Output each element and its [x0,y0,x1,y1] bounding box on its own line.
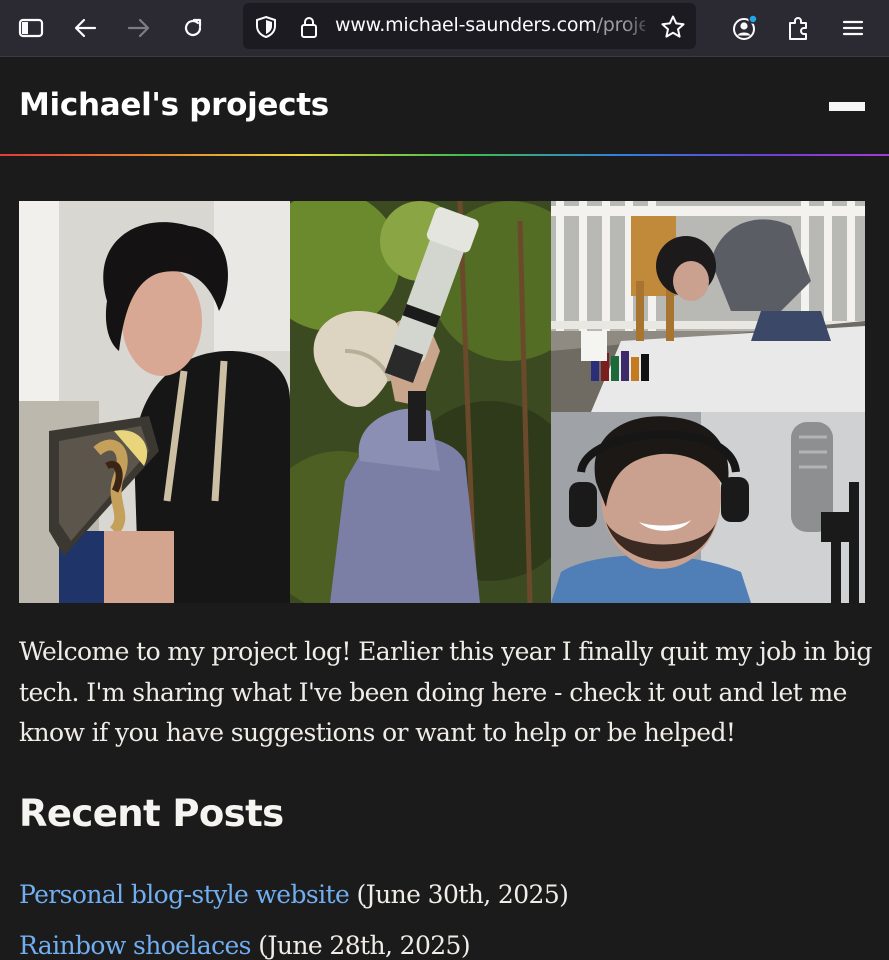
bookmark-star-icon[interactable] [660,14,686,40]
post-date: (June 30th, 2025) [356,880,569,909]
site-menu-toggle[interactable] [829,102,865,111]
forward-arrow-icon[interactable] [121,10,157,46]
recent-posts-heading: Recent Posts [19,792,284,835]
photo-collage [19,201,865,603]
rainbow-divider [0,154,889,156]
site-header: Michael's projects [0,57,889,155]
post-link-personal-blog-style-website[interactable]: Personal blog-style website [19,880,350,909]
url-host: www.michael-saunders.com [335,14,597,36]
hamburger-menu-icon[interactable] [835,10,871,46]
baking-photo [19,201,290,603]
reload-icon[interactable] [175,10,211,46]
list-item: Rainbow shoelaces (June 28th, 2025) [19,931,471,960]
account-icon[interactable] [727,10,763,46]
url-text[interactable]: www.michael-saunders.com/projec [335,14,645,40]
sidebar-icon[interactable] [13,10,49,46]
tracking-shield-icon[interactable] [253,14,279,40]
browser-toolbar: www.michael-saunders.com/projec [0,0,889,57]
podcast-microphone-photo [551,412,865,603]
extensions-puzzle-icon[interactable] [781,10,817,46]
tie-dye-photo [551,201,865,412]
lock-icon[interactable] [296,14,322,40]
birding-camera-photo [290,201,551,603]
address-bar[interactable]: www.michael-saunders.com/projec [243,3,696,49]
post-date: (June 28th, 2025) [258,931,471,960]
post-link-rainbow-shoelaces[interactable]: Rainbow shoelaces [19,931,252,960]
back-arrow-icon[interactable] [67,10,103,46]
intro-paragraph: Welcome to my project log! Earlier this … [19,637,872,747]
list-item: Personal blog-style website (June 30th, … [19,880,569,909]
url-fade [625,11,655,41]
site-title[interactable]: Michael's projects [19,87,329,123]
